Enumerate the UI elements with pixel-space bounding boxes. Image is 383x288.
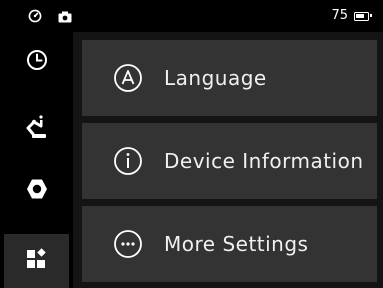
clock-icon bbox=[26, 49, 48, 75]
sidebar-nav bbox=[0, 32, 73, 288]
sidebar-item-clock[interactable] bbox=[4, 37, 69, 87]
apps-grid-icon bbox=[26, 248, 48, 274]
more-dots-icon bbox=[96, 229, 160, 259]
status-bar: 75 bbox=[0, 0, 383, 32]
info-icon bbox=[96, 146, 160, 176]
device-information-label: Device Information bbox=[164, 149, 364, 173]
more-settings-menu-item[interactable]: More Settings bbox=[82, 206, 377, 282]
status-right: 75 bbox=[331, 8, 372, 24]
language-menu-item[interactable]: Language bbox=[82, 40, 377, 116]
battery-percent: 75 bbox=[331, 8, 348, 23]
battery-icon bbox=[354, 11, 372, 21]
status-left-icons bbox=[28, 8, 72, 27]
hexagon-nut-icon bbox=[26, 178, 48, 204]
robot-arm-icon bbox=[25, 114, 49, 144]
device-information-menu-item[interactable]: Device Information bbox=[82, 123, 377, 199]
language-label: Language bbox=[164, 66, 267, 90]
more-settings-label: More Settings bbox=[164, 232, 309, 256]
camera-icon bbox=[58, 8, 72, 27]
gauge-icon bbox=[28, 8, 42, 27]
language-a-icon bbox=[96, 63, 160, 93]
sidebar-item-robot-arm[interactable] bbox=[4, 104, 69, 154]
sidebar-item-nut[interactable] bbox=[4, 166, 69, 216]
sidebar-item-apps[interactable] bbox=[4, 234, 69, 288]
